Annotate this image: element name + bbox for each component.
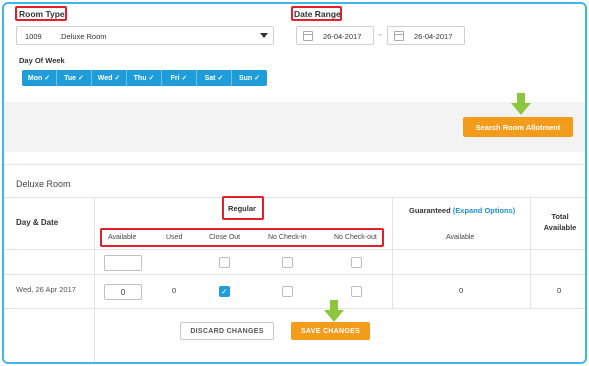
row-available-input[interactable]: 0 [104, 284, 142, 300]
col-day-date: Day & Date [16, 218, 59, 227]
day-toggle-wed[interactable]: Wed ✓ [92, 70, 127, 86]
chevron-down-icon [260, 33, 268, 38]
table-col-divider [392, 197, 393, 308]
row-date: Wed, 26 Apr 2017 [16, 285, 76, 294]
date-to-value: 26-04-2017 [414, 32, 453, 41]
day-toggle-thu[interactable]: Thu ✓ [127, 70, 162, 86]
day-label: Sat [204, 74, 216, 82]
day-label: Wed [97, 74, 113, 82]
day-toggle-fri[interactable]: Fri ✓ [162, 70, 197, 86]
day-label: Tue [64, 74, 77, 82]
check-icon: ✓ [114, 75, 121, 82]
table-header-bottom [4, 249, 94, 250]
room-type-label: Room Type [19, 9, 65, 19]
check-icon: ✓ [181, 75, 188, 82]
row-no-check-in-checkbox[interactable] [282, 286, 293, 297]
day-label: Sun [238, 74, 253, 82]
day-of-week-label: Day Of Week [19, 56, 65, 65]
discard-changes-button[interactable]: DISCARD CHANGES [180, 322, 274, 340]
row-available-value: 0 [120, 288, 126, 297]
sub-available: Available [108, 234, 137, 241]
sub-used: Used [166, 234, 183, 241]
day-toggle-mon[interactable]: Mon ✓ [22, 70, 57, 86]
bulk-close-out-checkbox[interactable] [219, 257, 230, 268]
sub-guaranteed-available: Available [446, 234, 475, 241]
green-arrow-down-icon [324, 300, 344, 322]
calendar-icon [394, 31, 404, 41]
screenshot-frame: Room Type 1009 .Deluxe Room Date Range 2… [2, 2, 587, 364]
day-of-week-group: Mon ✓ Tue ✓ Wed ✓ Thu ✓ Fri ✓ Sat ✓ Sun ✓ [22, 70, 267, 86]
bulk-no-check-out-checkbox[interactable] [351, 257, 362, 268]
check-icon: ✓ [254, 75, 261, 82]
expand-options-link[interactable]: (Expand Options) [453, 206, 516, 215]
day-label: Mon [27, 74, 43, 82]
bulk-no-check-in-checkbox[interactable] [282, 257, 293, 268]
room-type-value: .Deluxe Room [59, 32, 107, 41]
green-arrow-down-icon [511, 93, 531, 115]
row-guaranteed-available: 0 [459, 286, 464, 295]
sub-close-out: Close Out [209, 234, 241, 241]
bulk-available-input[interactable] [104, 255, 142, 271]
room-type-select[interactable]: 1009 .Deluxe Room [16, 26, 274, 45]
table-row-divider [4, 274, 585, 275]
table-col-divider [94, 197, 95, 362]
search-room-allotment-button[interactable]: Search Room Allotment [463, 117, 573, 137]
check-icon: ✓ [78, 75, 84, 82]
check-icon: ✓ [44, 75, 51, 82]
room-type-code: 1009 [25, 32, 42, 41]
col-guaranteed-label: Guaranteed [409, 206, 451, 215]
row-used: 0 [172, 286, 177, 295]
row-no-check-out-checkbox[interactable] [351, 286, 362, 297]
day-toggle-tue[interactable]: Tue ✓ [57, 70, 92, 86]
table-subheader-border [94, 249, 585, 250]
day-toggle-sun[interactable]: Sun ✓ [232, 70, 267, 86]
check-icon: ✓ [148, 75, 155, 82]
table-row-divider [4, 308, 585, 309]
table-col-divider [530, 197, 531, 308]
section-title: Deluxe Room [16, 179, 71, 189]
day-label: Thu [133, 74, 147, 82]
sub-no-check-out: No Check-out [334, 234, 377, 241]
col-guaranteed: Guaranteed (Expand Options) [409, 206, 515, 215]
row-close-out-checkbox[interactable]: ✓ [219, 286, 230, 297]
row-total-available: 0 [557, 286, 562, 295]
check-icon: ✓ [217, 75, 224, 82]
calendar-icon [303, 31, 313, 41]
date-from-value: 26-04-2017 [323, 32, 362, 41]
sub-no-check-in: No Check-in [268, 234, 307, 241]
date-to-field[interactable]: 26-04-2017 [387, 26, 465, 45]
date-separator: - [379, 30, 382, 39]
col-total-available: Total Available [543, 212, 577, 232]
col-regular: Regular [228, 204, 256, 213]
date-from-field[interactable]: 26-04-2017 [296, 26, 374, 45]
date-range-label: Date Range [294, 9, 341, 19]
table-top-border [4, 197, 585, 198]
day-label: Fri [170, 74, 180, 82]
day-toggle-sat[interactable]: Sat ✓ [197, 70, 232, 86]
save-changes-button[interactable]: SAVE CHANGES [291, 322, 370, 340]
